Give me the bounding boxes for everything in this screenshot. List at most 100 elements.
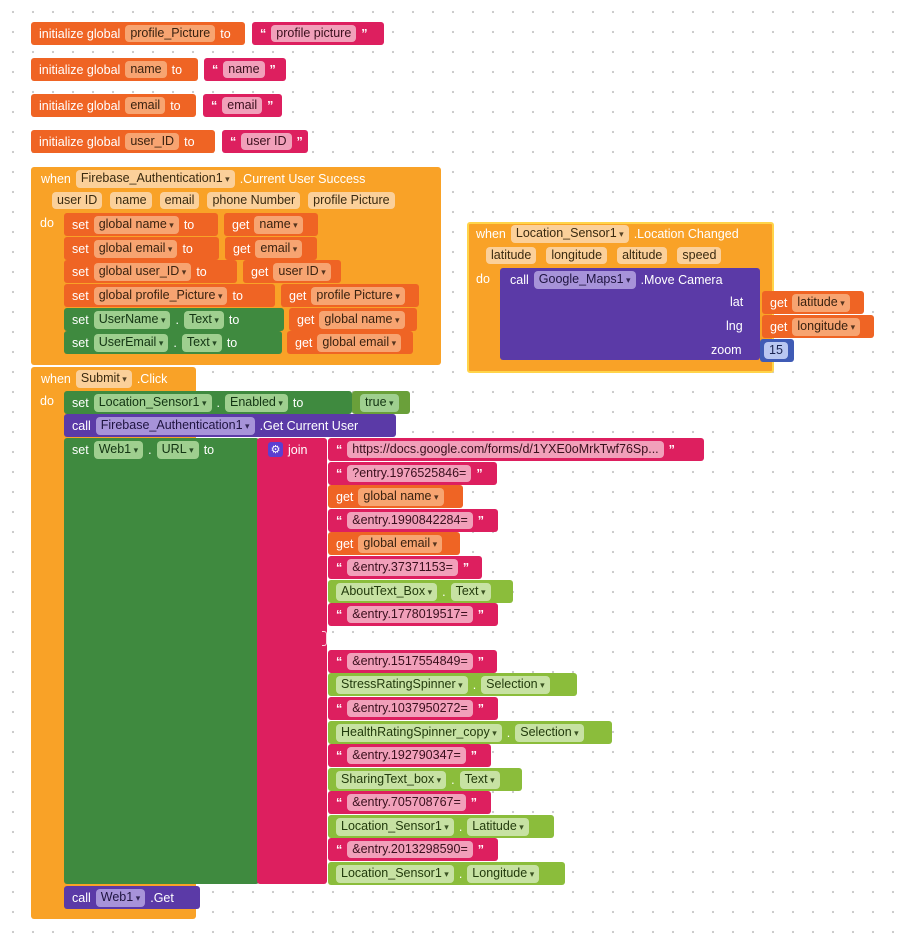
text-value[interactable]: &entry.1990842284= bbox=[347, 512, 473, 529]
get-user-id[interactable]: get user ID bbox=[243, 260, 341, 283]
variable-dropdown[interactable]: global email bbox=[93, 239, 178, 258]
text-value[interactable]: https://docs.google.com/forms/d/1YXE0oMr… bbox=[347, 441, 664, 458]
get-dropdown[interactable]: profile Picture bbox=[311, 286, 405, 305]
text-block-entry[interactable]: “ &entry.2013298590= ” bbox=[328, 838, 498, 861]
param-phone-number[interactable]: phone Number bbox=[207, 192, 301, 209]
set-username-text[interactable]: set UserName . Text to bbox=[64, 308, 284, 331]
param-longitude[interactable]: longitude bbox=[546, 247, 608, 264]
component-dropdown[interactable]: Web1 bbox=[95, 888, 146, 907]
variable-dropdown[interactable]: global profile_Picture bbox=[93, 286, 228, 305]
property-dropdown[interactable]: Longitude bbox=[467, 864, 540, 883]
number-block-zoom[interactable]: 15 bbox=[760, 339, 794, 362]
call-get-current-user[interactable]: call Firebase_Authentication1 .Get Curre… bbox=[64, 414, 396, 437]
param-email[interactable]: email bbox=[159, 192, 200, 209]
text-block-entry[interactable]: “ &entry.37371153= ” bbox=[328, 556, 482, 579]
get-dropdown[interactable]: global email bbox=[358, 534, 443, 553]
get-global-email[interactable]: get global email bbox=[287, 331, 413, 354]
variable-name-field[interactable]: profile_Picture bbox=[125, 25, 216, 42]
component-dropdown[interactable]: Location_Sensor1 bbox=[336, 817, 454, 836]
component-dropdown[interactable]: Firebase_Authentication1 bbox=[95, 416, 255, 435]
property-dropdown[interactable]: Text bbox=[181, 333, 222, 352]
init-global-profile-picture[interactable]: initialize global profile_Picture to bbox=[31, 22, 245, 45]
property-dropdown[interactable]: Text bbox=[459, 770, 500, 789]
boolean-dropdown[interactable]: true bbox=[360, 393, 399, 412]
set-location-enabled[interactable]: set Location_Sensor1 . Enabled to bbox=[64, 391, 352, 414]
variable-dropdown[interactable]: global name bbox=[93, 215, 179, 234]
text-block-entry[interactable]: “ ?entry.1976525846= ” bbox=[328, 462, 497, 485]
get-dropdown[interactable]: longitude bbox=[792, 317, 861, 336]
param-profile-picture[interactable]: profile Picture bbox=[308, 192, 395, 209]
number-value[interactable]: 15 bbox=[764, 342, 788, 359]
empty-socket[interactable] bbox=[322, 627, 334, 650]
text-value[interactable]: &entry.705708767= bbox=[347, 794, 466, 811]
text-block-entry[interactable]: “ &entry.705708767= ” bbox=[328, 791, 491, 814]
variable-name-field[interactable]: name bbox=[125, 61, 167, 78]
property-dropdown[interactable]: Enabled bbox=[224, 393, 288, 412]
text-value[interactable]: &entry.192790347= bbox=[347, 747, 466, 764]
get-sharingtext-box-text[interactable]: SharingText_box . Text bbox=[328, 768, 522, 791]
text-block-form-url[interactable]: “ https://docs.google.com/forms/d/1YXE0o… bbox=[328, 438, 704, 461]
join-block[interactable] bbox=[257, 438, 327, 884]
text-block[interactable]: “ user ID ” bbox=[222, 130, 308, 153]
text-block-entry[interactable]: “ &entry.192790347= ” bbox=[328, 744, 491, 767]
get-latitude[interactable]: get latitude bbox=[762, 291, 864, 314]
get-profile-picture[interactable]: get profile Picture bbox=[281, 284, 419, 307]
get-dropdown[interactable]: global name bbox=[319, 310, 405, 329]
text-block[interactable]: “ profile picture ” bbox=[252, 22, 384, 45]
get-global-name[interactable]: get global name bbox=[289, 308, 417, 331]
call-web1-get[interactable]: call Web1 .Get bbox=[64, 886, 200, 909]
component-dropdown[interactable]: Location_Sensor1 bbox=[93, 393, 212, 412]
get-location-latitude[interactable]: Location_Sensor1 . Latitude bbox=[328, 815, 554, 838]
text-block[interactable]: “ email ” bbox=[203, 94, 282, 117]
component-dropdown[interactable]: StressRatingSpinner bbox=[336, 675, 468, 694]
text-value[interactable]: ?entry.1976525846= bbox=[347, 465, 472, 482]
get-longitude[interactable]: get longitude bbox=[762, 315, 874, 338]
get-dropdown[interactable]: user ID bbox=[273, 262, 331, 281]
init-global-name[interactable]: initialize global name to bbox=[31, 58, 198, 81]
text-value[interactable]: &entry.1778019517= bbox=[347, 606, 473, 623]
component-dropdown[interactable]: Web1 bbox=[93, 440, 144, 459]
get-healthratingspinner-selection[interactable]: HealthRatingSpinner_copy . Selection bbox=[328, 721, 612, 744]
get-global-email[interactable]: get global email bbox=[328, 532, 460, 555]
variable-name-field[interactable]: email bbox=[125, 97, 166, 114]
component-dropdown[interactable]: Submit bbox=[75, 369, 132, 388]
boolean-true-block[interactable]: true bbox=[352, 391, 410, 414]
text-value[interactable]: &entry.37371153= bbox=[347, 559, 458, 576]
property-dropdown[interactable]: Text bbox=[450, 582, 491, 601]
set-global-name[interactable]: set global name to bbox=[64, 213, 218, 236]
text-block-entry[interactable]: “ &entry.1517554849= ” bbox=[328, 650, 497, 673]
component-dropdown[interactable]: AboutText_Box bbox=[336, 582, 438, 601]
text-value[interactable]: user ID bbox=[241, 133, 292, 150]
init-global-user-id[interactable]: initialize global user_ID to bbox=[31, 130, 215, 153]
text-value[interactable]: &entry.2013298590= bbox=[347, 841, 473, 858]
get-dropdown[interactable]: global email bbox=[317, 333, 402, 352]
component-dropdown[interactable]: Location_Sensor1 bbox=[510, 224, 629, 243]
get-email[interactable]: get email bbox=[225, 237, 317, 260]
init-global-email[interactable]: initialize global email to bbox=[31, 94, 196, 117]
text-value[interactable]: email bbox=[222, 97, 263, 114]
component-dropdown[interactable]: SharingText_box bbox=[336, 770, 447, 789]
get-location-longitude[interactable]: Location_Sensor1 . Longitude bbox=[328, 862, 565, 885]
get-dropdown[interactable]: name bbox=[254, 215, 303, 234]
param-speed[interactable]: speed bbox=[677, 247, 722, 264]
text-value[interactable]: profile picture bbox=[271, 25, 357, 42]
component-dropdown[interactable]: HealthRatingSpinner_copy bbox=[336, 723, 502, 742]
set-web1-url[interactable] bbox=[64, 438, 259, 884]
text-value[interactable]: &entry.1517554849= bbox=[347, 653, 473, 670]
text-block[interactable]: “ name ” bbox=[204, 58, 286, 81]
property-dropdown[interactable]: Selection bbox=[481, 675, 550, 694]
property-dropdown[interactable]: URL bbox=[156, 440, 199, 459]
param-name[interactable]: name bbox=[110, 192, 152, 209]
text-block-entry[interactable]: “ &entry.1778019517= ” bbox=[328, 603, 498, 626]
get-dropdown[interactable]: global name bbox=[358, 487, 444, 506]
variable-dropdown[interactable]: global user_ID bbox=[93, 262, 192, 281]
get-dropdown[interactable]: latitude bbox=[792, 293, 850, 312]
set-global-user-id[interactable]: set global user_ID to bbox=[64, 260, 237, 283]
component-dropdown[interactable]: Location_Sensor1 bbox=[336, 864, 454, 883]
gear-icon[interactable]: ⚙ bbox=[268, 442, 283, 457]
get-name[interactable]: get name bbox=[224, 213, 318, 236]
variable-name-field[interactable]: user_ID bbox=[125, 133, 180, 150]
get-stressratingspinner-selection[interactable]: StressRatingSpinner . Selection bbox=[328, 673, 577, 696]
text-block-entry[interactable]: “ &entry.1990842284= ” bbox=[328, 509, 498, 532]
set-useremail-text[interactable]: set UserEmail . Text to bbox=[64, 331, 282, 354]
